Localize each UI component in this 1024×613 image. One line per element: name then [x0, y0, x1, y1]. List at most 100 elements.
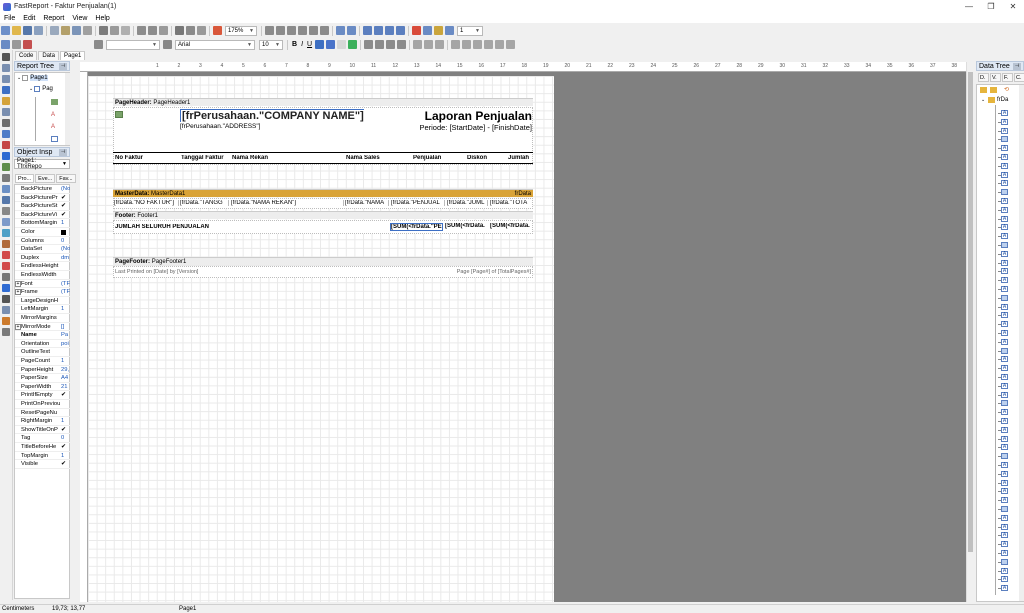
field-icon[interactable]	[1001, 453, 1008, 460]
cellular-text-icon[interactable]	[2, 317, 10, 325]
property-value[interactable]: Pa	[61, 331, 70, 340]
tab-properties[interactable]: Pro...	[15, 174, 35, 183]
property-value[interactable]: 29,	[61, 366, 70, 375]
pin-icon[interactable]: ⊣	[59, 62, 67, 70]
frame-all-icon[interactable]	[495, 40, 505, 49]
field-icon[interactable]: A	[1001, 127, 1008, 134]
redo-icon[interactable]	[148, 26, 157, 35]
property-row[interactable]: RightMargin 1	[15, 417, 70, 426]
field-tanggal[interactable]: [frData."TANGG	[180, 200, 229, 206]
column-header-nama-rekan[interactable]: Nama Rekan	[232, 155, 268, 161]
field-icon[interactable]: A	[1001, 145, 1008, 152]
property-value[interactable]: (No	[61, 245, 70, 254]
field-icon[interactable]: A	[1001, 312, 1008, 319]
property-row[interactable]: PaperSize A4	[15, 374, 70, 383]
footer-band-title[interactable]: Footer: Footer1	[113, 211, 533, 219]
text-object-icon[interactable]	[2, 130, 10, 138]
tab-functions[interactable]: F.	[1002, 73, 1013, 82]
color-swatch[interactable]	[61, 229, 66, 235]
frame-style-icon[interactable]	[445, 26, 454, 35]
column-header-nama-sales[interactable]: Nama Sales	[346, 155, 380, 161]
property-row[interactable]: BackPicture (No	[15, 185, 70, 194]
align-center-icon[interactable]	[276, 26, 285, 35]
field-icon[interactable]: A	[1001, 444, 1008, 451]
tree-item-page-child[interactable]: ⌄ Pag	[29, 86, 53, 92]
digital-signature-icon[interactable]	[2, 295, 10, 303]
column-header-no-faktur[interactable]: No Faktur	[115, 155, 143, 161]
shape-icon[interactable]	[2, 218, 10, 226]
printed-on-field[interactable]: Last Printed on [Date] by [Version]	[115, 269, 198, 275]
field-icon[interactable]: A	[1001, 585, 1008, 592]
field-icon[interactable]	[1001, 294, 1008, 301]
field-icon[interactable]	[1001, 347, 1008, 354]
field-icon[interactable]: A	[1001, 470, 1008, 477]
menu-help[interactable]: Help	[91, 15, 113, 22]
field-icon[interactable]	[1001, 242, 1008, 248]
save-icon[interactable]	[23, 26, 32, 35]
field-icon[interactable]: A	[1001, 277, 1008, 284]
fit-grid-icon[interactable]	[197, 26, 206, 35]
frame-left-icon[interactable]	[473, 40, 483, 49]
field-icon[interactable]: A	[1001, 171, 1008, 178]
property-value[interactable]: ✔	[61, 460, 70, 469]
field-icon[interactable]	[1001, 136, 1008, 143]
copy-icon[interactable]	[110, 26, 119, 35]
frame-color-icon[interactable]	[434, 26, 443, 35]
style-editor-icon[interactable]	[94, 40, 103, 49]
valign-middle-icon[interactable]	[424, 40, 434, 49]
text-align-right-icon[interactable]	[386, 40, 396, 49]
property-value[interactable]: 1	[61, 219, 70, 228]
font-settings-icon[interactable]	[315, 40, 325, 49]
property-row[interactable]: ResetPageNu	[15, 409, 70, 418]
align-left-icon[interactable]	[265, 26, 274, 35]
pin-icon[interactable]: ⊣	[1013, 62, 1021, 70]
align-middle-icon[interactable]	[309, 26, 318, 35]
new-page-icon[interactable]	[50, 26, 59, 35]
minimize-button[interactable]: —	[958, 0, 980, 13]
highlight-icon[interactable]	[23, 40, 32, 49]
menu-file[interactable]: File	[0, 15, 19, 22]
format-icon[interactable]	[12, 40, 21, 49]
tab-favorites[interactable]: Fav...	[56, 174, 76, 183]
property-row[interactable]: BackPictureVi ✔	[15, 211, 70, 220]
field-total[interactable]: [frData."TOTA	[490, 200, 532, 206]
property-row[interactable]: BottomMargin 1	[15, 219, 70, 228]
tab-page1[interactable]: Page1	[60, 51, 86, 60]
field-icon[interactable]	[1001, 400, 1008, 407]
space-horz-icon[interactable]	[336, 26, 345, 35]
property-value[interactable]: ✔	[61, 211, 70, 220]
property-value[interactable]: ✔	[61, 202, 70, 211]
line-icon[interactable]	[2, 196, 10, 204]
group-icon[interactable]	[159, 26, 168, 35]
space-vert-icon[interactable]	[347, 26, 356, 35]
underline-button[interactable]: U	[307, 41, 312, 48]
field-icon[interactable]: A	[1001, 514, 1008, 521]
frame-top-icon[interactable]	[451, 40, 461, 49]
property-value[interactable]: []	[61, 323, 70, 332]
field-icon[interactable]: A	[1001, 550, 1008, 556]
field-icon[interactable]: A	[1001, 233, 1008, 240]
select-all-icon[interactable]	[175, 26, 184, 35]
scroll-thumb[interactable]	[968, 72, 973, 552]
fill-color-icon[interactable]	[412, 26, 421, 35]
text-object-icon[interactable]: A	[51, 112, 55, 118]
refresh-icon[interactable]: ⟲	[1004, 86, 1009, 93]
master-data-band-title[interactable]: MasterData: MasterData1 frData	[113, 189, 533, 197]
property-row[interactable]: + Font (TF	[15, 280, 70, 289]
zip-code-icon[interactable]	[2, 306, 10, 314]
sum-total-field[interactable]: [SUM(<frData.	[490, 223, 532, 229]
column-header-jumlah[interactable]: Jumlah	[508, 155, 529, 161]
field-icon[interactable]: A	[1001, 497, 1008, 504]
property-value[interactable]: (TF	[61, 288, 70, 297]
text-justify-icon[interactable]	[397, 40, 407, 49]
property-value[interactable]: dm	[61, 254, 70, 263]
page-number-field[interactable]: Page [Page#] of [TotalPages#]	[420, 269, 531, 275]
field-icon[interactable]: A	[1001, 118, 1008, 125]
style-combo[interactable]: ▼	[106, 39, 160, 50]
property-row[interactable]: Visible ✔	[15, 460, 70, 469]
field-icon[interactable]	[1001, 558, 1008, 565]
property-value[interactable]: 1	[61, 452, 70, 461]
property-row[interactable]: Orientation poi	[15, 340, 70, 349]
field-icon[interactable]: A	[1001, 180, 1008, 187]
map-icon[interactable]	[2, 284, 10, 292]
